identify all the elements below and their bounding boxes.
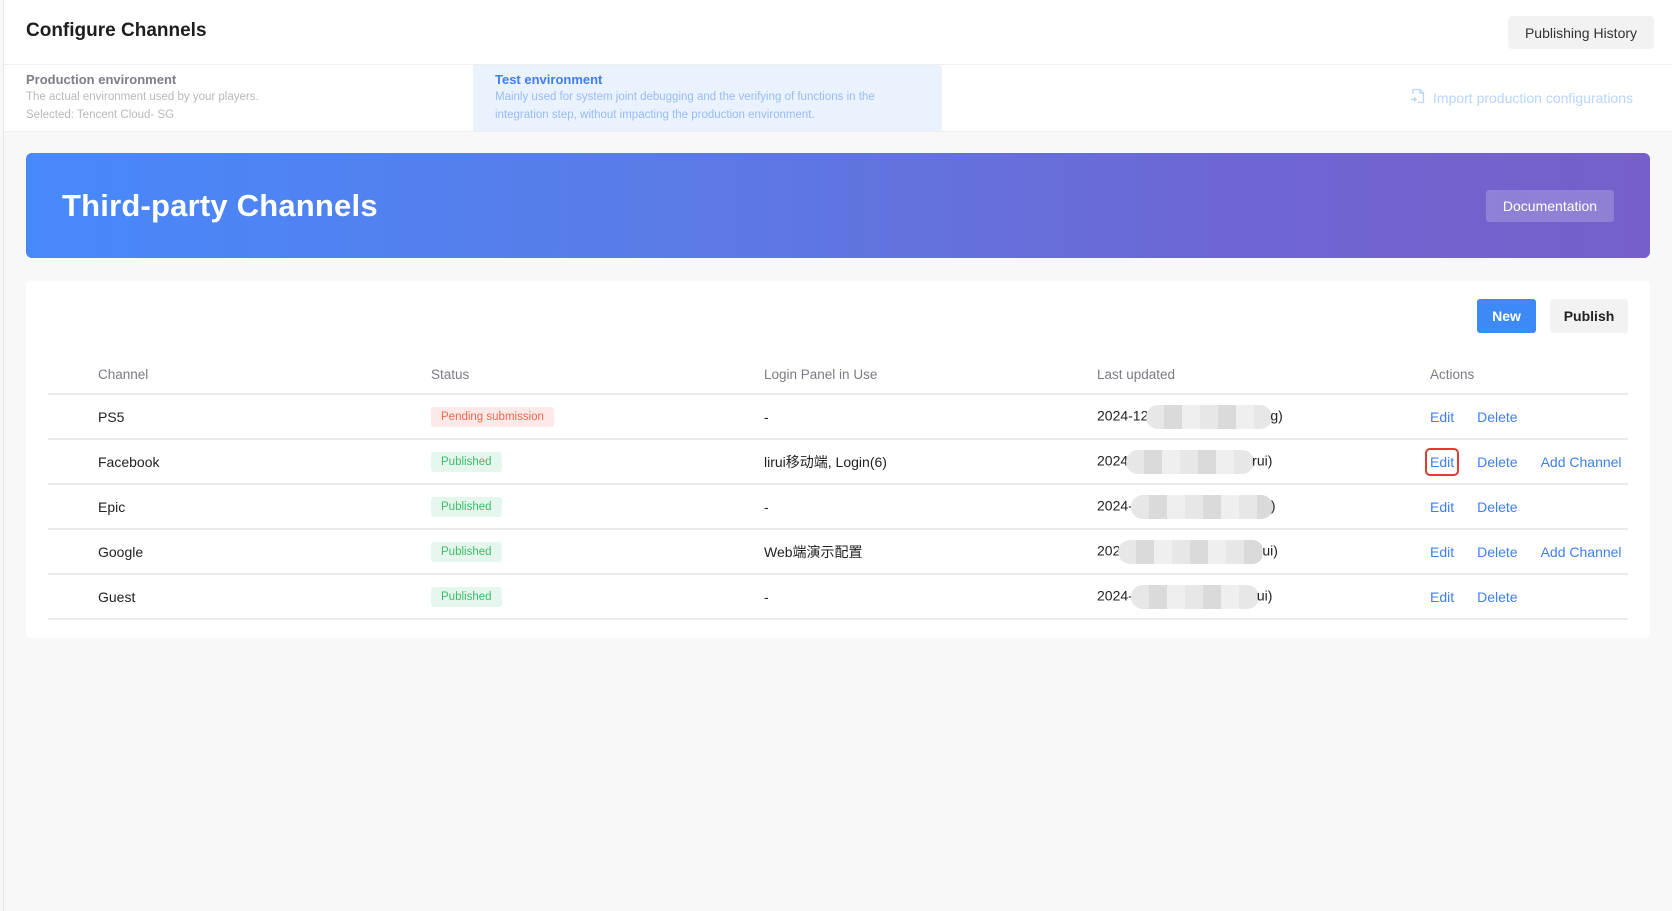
channel-name: Google bbox=[48, 529, 381, 575]
channels-table: Channel Status Login Panel in Use Last u… bbox=[48, 356, 1628, 620]
edit-link[interactable]: Edit bbox=[1427, 540, 1457, 564]
login-panel: Web端演示配置 bbox=[714, 529, 1047, 575]
last-updated: 2024-12 g) bbox=[1047, 394, 1380, 440]
publish-button[interactable]: Publish bbox=[1550, 299, 1628, 333]
last-updated: 2024- ui) bbox=[1047, 574, 1380, 620]
table-header-row: Channel Status Login Panel in Use Last u… bbox=[48, 356, 1628, 395]
import-production-configurations-link[interactable]: Import production configurations bbox=[1410, 88, 1633, 107]
login-panel: lirui移动端, Login(6) bbox=[714, 439, 1047, 485]
last-updated-suffix: rui) bbox=[1252, 452, 1273, 469]
channel-name: Facebook bbox=[48, 439, 381, 485]
status-badge: Published bbox=[431, 541, 502, 562]
publishing-history-button[interactable]: Publishing History bbox=[1508, 16, 1654, 49]
edit-link[interactable]: Edit bbox=[1427, 495, 1457, 519]
last-updated: 202 ui) bbox=[1047, 529, 1380, 575]
status-badge: Pending submission bbox=[431, 406, 554, 427]
last-updated-prefix: 2024 bbox=[1097, 452, 1129, 469]
tab-test-environment[interactable]: Test environment Mainly used for system … bbox=[473, 65, 942, 131]
last-updated-suffix: ) bbox=[1270, 497, 1276, 514]
edit-link[interactable]: Edit bbox=[1427, 405, 1457, 429]
edit-link[interactable]: Edit bbox=[1424, 447, 1460, 476]
table-row: Guest Published - 2024- ui) Edit Delete bbox=[48, 574, 1628, 620]
channel-name: PS5 bbox=[48, 394, 381, 440]
top-bar: Configure Channels Publishing History bbox=[4, 0, 1672, 65]
delete-link[interactable]: Delete bbox=[1474, 495, 1520, 519]
import-label: Import production configurations bbox=[1433, 89, 1633, 106]
page-title: Configure Channels bbox=[26, 20, 207, 41]
new-channel-button[interactable]: New bbox=[1477, 299, 1536, 333]
table-row: Google Published Web端演示配置 202 ui) Edit Del… bbox=[48, 529, 1628, 575]
row-actions: Edit Delete Add Channel bbox=[1380, 529, 1628, 575]
test-env-description-line2: integration step, without impacting the … bbox=[495, 109, 815, 121]
column-header-status: Status bbox=[381, 356, 714, 395]
last-updated: 2024 rui) bbox=[1047, 439, 1380, 485]
delete-link[interactable]: Delete bbox=[1474, 405, 1520, 429]
file-import-icon bbox=[1410, 88, 1425, 107]
channel-name: Guest bbox=[48, 574, 381, 620]
row-actions: Edit Delete bbox=[1380, 574, 1628, 620]
last-updated-suffix: g) bbox=[1270, 407, 1283, 424]
row-actions: Edit Delete bbox=[1380, 394, 1628, 440]
login-panel: - bbox=[714, 394, 1047, 440]
redacted-region bbox=[1130, 494, 1273, 519]
production-env-description: The actual environment used by your play… bbox=[26, 91, 259, 103]
table-row: Facebook Published lirui移动端, Login(6) 20… bbox=[48, 439, 1628, 485]
documentation-button[interactable]: Documentation bbox=[1486, 190, 1614, 222]
delete-link[interactable]: Delete bbox=[1474, 450, 1520, 474]
last-updated-suffix: ui) bbox=[1262, 542, 1278, 559]
status-badge: Published bbox=[431, 586, 502, 607]
channel-name: Epic bbox=[48, 484, 381, 530]
test-env-description-line1: Mainly used for system joint debugging a… bbox=[495, 91, 875, 103]
last-updated-prefix: 2024-12 bbox=[1097, 407, 1149, 424]
column-header-login-panel: Login Panel in Use bbox=[714, 356, 1047, 395]
status-badge: Published bbox=[431, 496, 502, 517]
column-header-last-updated: Last updated bbox=[1047, 356, 1380, 395]
production-env-title: Production environment bbox=[26, 72, 177, 87]
last-updated-suffix: ui) bbox=[1256, 587, 1273, 604]
redacted-region bbox=[1118, 539, 1265, 564]
last-updated-prefix: 2024- bbox=[1097, 497, 1133, 514]
environment-tabs: Production environment The actual enviro… bbox=[4, 65, 1672, 132]
login-panel: - bbox=[714, 484, 1047, 530]
edit-link[interactable]: Edit bbox=[1427, 585, 1457, 609]
column-header-actions: Actions bbox=[1380, 356, 1628, 395]
table-row: PS5 Pending submission - 2024-12 g) Edit D… bbox=[48, 394, 1628, 440]
table-row: Epic Published - 2024-) Edit Delete bbox=[48, 484, 1628, 530]
row-actions: Edit Delete bbox=[1380, 484, 1628, 530]
row-actions: Edit Delete Add Channel bbox=[1380, 439, 1628, 485]
add-channel-link[interactable]: Add Channel bbox=[1538, 540, 1625, 564]
redacted-region bbox=[1126, 449, 1255, 474]
test-env-title: Test environment bbox=[495, 72, 603, 87]
redacted-region bbox=[1130, 584, 1259, 609]
redacted-region bbox=[1146, 404, 1273, 429]
delete-link[interactable]: Delete bbox=[1474, 585, 1520, 609]
last-updated-prefix: 202 bbox=[1097, 542, 1121, 559]
banner-title: Third-party Channels bbox=[62, 188, 378, 223]
last-updated: 2024-) bbox=[1047, 484, 1380, 530]
delete-link[interactable]: Delete bbox=[1474, 540, 1520, 564]
last-updated-prefix: 2024- bbox=[1097, 587, 1133, 604]
tab-production-environment[interactable]: Production environment The actual enviro… bbox=[4, 65, 473, 131]
channels-banner: Third-party Channels Documentation bbox=[26, 153, 1650, 258]
channels-card: New Publish Channel Status Login Panel i… bbox=[26, 281, 1650, 638]
login-panel: - bbox=[714, 574, 1047, 620]
production-env-selected: Selected: Tencent Cloud- SG bbox=[26, 109, 175, 121]
status-badge: Published bbox=[431, 451, 502, 472]
column-header-channel: Channel bbox=[48, 356, 381, 395]
add-channel-link[interactable]: Add Channel bbox=[1538, 450, 1625, 474]
